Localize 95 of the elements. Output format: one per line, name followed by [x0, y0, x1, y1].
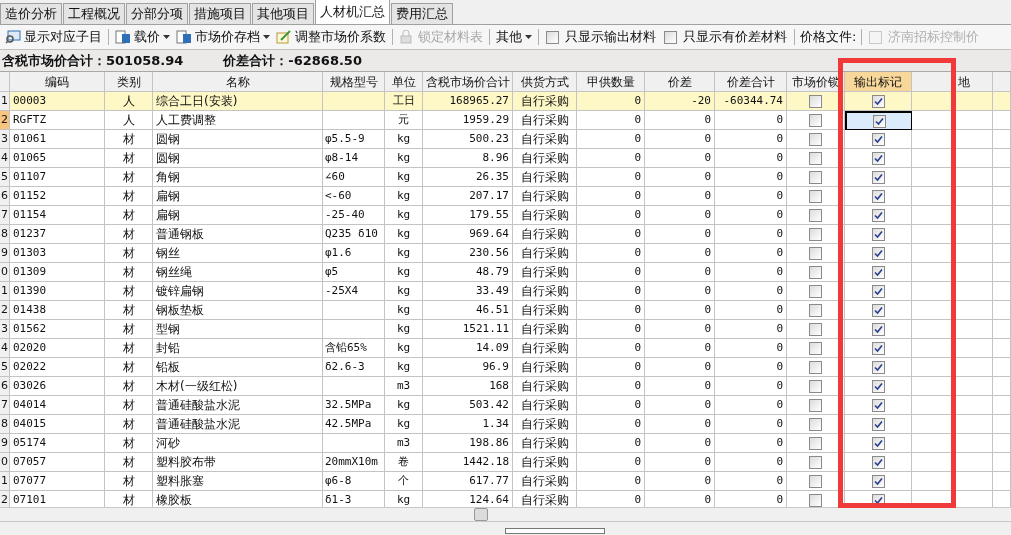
row-number[interactable]: 3 [0, 130, 10, 149]
row-number[interactable]: 9 [0, 434, 10, 453]
checkbox[interactable] [871, 151, 885, 165]
caret-icon [525, 35, 532, 39]
column-header[interactable]: 输出标记 [845, 72, 912, 92]
summary-text: 价差合计：-62868.50 [223, 51, 362, 70]
checkbox[interactable] [871, 170, 885, 184]
checkbox[interactable] [871, 303, 885, 317]
checkbox[interactable] [809, 151, 822, 165]
search-icon [5, 30, 21, 44]
row-number[interactable]: 2 [0, 301, 10, 320]
row-number[interactable]: 2 [0, 111, 10, 130]
tab[interactable]: 其他项目 [252, 3, 314, 24]
checkbox[interactable] [871, 417, 885, 431]
row-number[interactable]: 4 [0, 149, 10, 168]
row-number[interactable]: 1 [0, 92, 10, 111]
summary-text: 含税市场价合计：501058.94 [2, 51, 184, 70]
checkbox[interactable] [809, 208, 822, 222]
row-number[interactable]: 8 [0, 225, 10, 244]
edit-icon [276, 30, 292, 44]
checkbox[interactable] [809, 94, 822, 108]
checkbox[interactable] [809, 303, 822, 317]
checkbox-label: 只显示有价差材料 [683, 28, 787, 47]
checkbox[interactable] [871, 436, 885, 450]
tab[interactable]: 措施项目 [189, 3, 251, 24]
row-number[interactable]: 5 [0, 168, 10, 187]
dropdown-button[interactable]: 其他 [493, 27, 535, 47]
row-number[interactable]: 0 [0, 263, 10, 282]
checkbox[interactable] [809, 341, 822, 355]
caret-icon [263, 35, 270, 39]
checkbox[interactable] [871, 455, 885, 469]
checkbox[interactable] [871, 474, 885, 488]
checkbox[interactable] [871, 189, 885, 203]
sheet-tab[interactable] [505, 528, 605, 534]
checkbox-label: 济南招标控制价 [888, 28, 980, 47]
checkbox[interactable] [871, 227, 885, 241]
row-number[interactable]: 8 [0, 415, 10, 434]
lock-icon [399, 30, 415, 44]
checkbox[interactable] [871, 284, 885, 298]
price-file-label: 价格文件: [799, 28, 858, 47]
checkbox[interactable] [809, 132, 822, 146]
checkbox[interactable] [871, 246, 885, 260]
checkbox[interactable] [809, 322, 822, 336]
checkbox[interactable] [809, 265, 822, 279]
row-number[interactable]: 7 [0, 206, 10, 225]
checkbox[interactable] [871, 341, 885, 355]
checkbox[interactable] [809, 170, 822, 184]
checkbox[interactable] [809, 417, 822, 431]
row-number[interactable]: 4 [0, 339, 10, 358]
checkbox[interactable] [809, 246, 822, 260]
row-number[interactable]: 9 [0, 244, 10, 263]
checkbox[interactable] [871, 208, 885, 222]
checkbox[interactable] [809, 379, 822, 393]
checkbox[interactable] [664, 30, 677, 44]
checkbox[interactable] [809, 284, 822, 298]
checkbox[interactable] [809, 493, 822, 507]
checkbox[interactable] [546, 30, 559, 44]
checkbox[interactable] [871, 398, 885, 412]
tab[interactable]: 人材机汇总 [315, 0, 390, 24]
row-number[interactable]: 5 [0, 358, 10, 377]
checkbox[interactable] [871, 265, 885, 279]
checkbox[interactable] [871, 132, 885, 146]
checkbox[interactable] [809, 455, 822, 469]
checkbox[interactable] [871, 379, 885, 393]
document-icon [176, 30, 192, 44]
tab[interactable]: 工程概况 [63, 3, 125, 24]
caret-icon [163, 35, 170, 39]
checkbox[interactable] [809, 113, 822, 127]
dropdown-button[interactable]: 载价 [112, 27, 173, 47]
checkbox[interactable] [871, 322, 885, 336]
checkbox[interactable] [809, 227, 822, 241]
checkbox[interactable] [809, 360, 822, 374]
checkbox[interactable] [872, 114, 886, 128]
row-number[interactable]: 6 [0, 187, 10, 206]
row-number[interactable]: 6 [0, 377, 10, 396]
toolbar-button[interactable]: 显示对应子目 [2, 27, 105, 47]
checkbox[interactable] [809, 189, 822, 203]
toolbar-button[interactable]: 调整市场价系数 [273, 27, 389, 47]
row-number[interactable]: 1 [0, 472, 10, 491]
tab[interactable]: 费用汇总 [391, 3, 453, 24]
document-icon [115, 30, 131, 44]
checkbox[interactable] [809, 474, 822, 488]
tab[interactable]: 分部分项 [126, 3, 188, 24]
checkbox[interactable] [809, 436, 822, 450]
scrollbar-thumb[interactable] [474, 508, 488, 521]
checkbox[interactable] [871, 360, 885, 374]
checkbox[interactable] [809, 398, 822, 412]
row-number[interactable]: 1 [0, 282, 10, 301]
dropdown-button[interactable]: 市场价存档 [173, 27, 273, 47]
row-number[interactable]: 7 [0, 396, 10, 415]
checkbox-label: 只显示输出材料 [565, 28, 656, 47]
row-number[interactable]: 0 [0, 453, 10, 472]
tab[interactable]: 造价分析 [0, 3, 62, 24]
checkbox[interactable] [871, 94, 885, 108]
row-number[interactable]: 3 [0, 320, 10, 339]
